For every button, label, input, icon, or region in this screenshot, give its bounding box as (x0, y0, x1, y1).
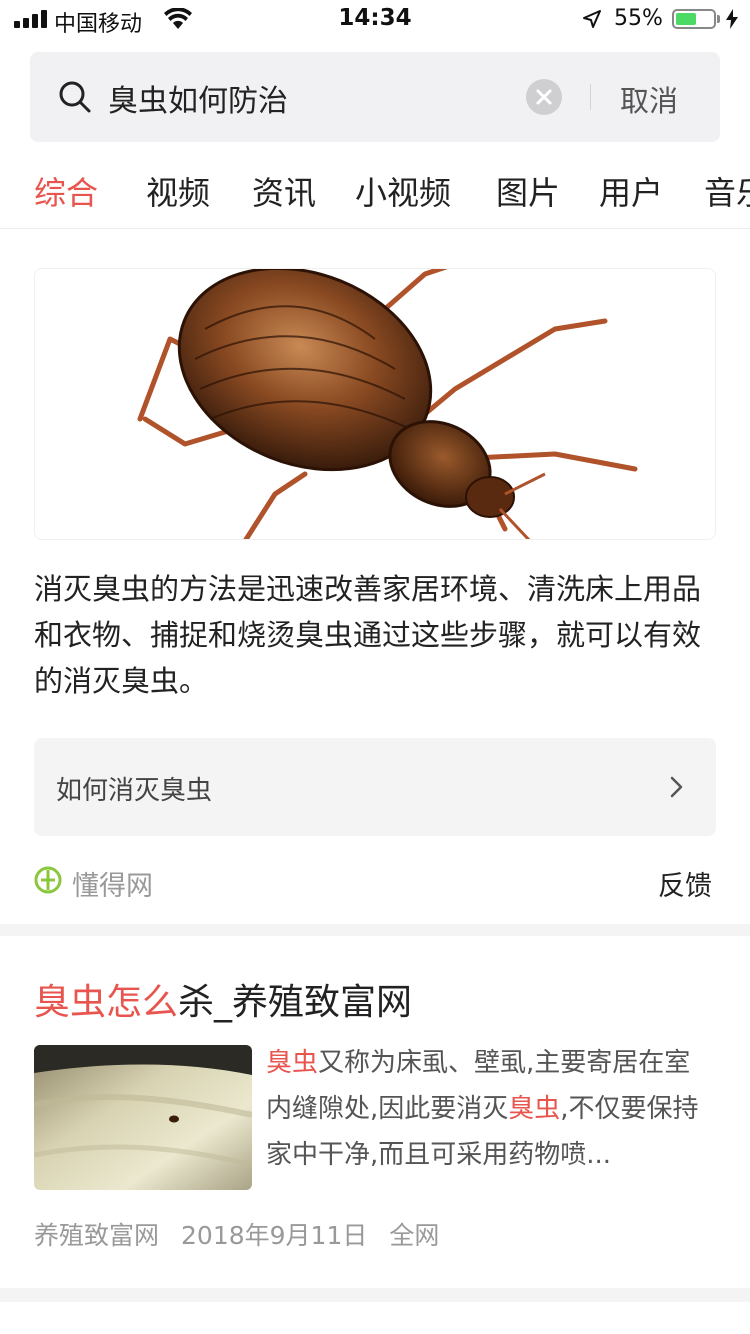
search-divider (590, 84, 591, 110)
snippet-highlight: 臭虫 (508, 1094, 561, 1124)
tab-music[interactable]: 音乐 (704, 168, 750, 214)
category-tabs: 综合 视频 资讯 小视频 图片 用户 音乐 (0, 160, 750, 229)
tab-video[interactable]: 视频 (146, 168, 210, 214)
answer-source[interactable]: 懂得网 (72, 864, 153, 903)
result-meta: 养殖致富网 2018年9月11日 全网 (34, 1216, 461, 1252)
search-bar[interactable]: 臭虫如何防治 取消 (30, 52, 720, 142)
result-date: 2018年9月11日 (181, 1221, 368, 1250)
related-query-label: 如何消灭臭虫 (56, 776, 213, 806)
feedback-button[interactable]: 反馈 (658, 864, 712, 903)
charging-bolt-icon (726, 9, 738, 29)
battery-percent: 55% (614, 6, 663, 31)
battery-tip (717, 15, 720, 23)
tab-images[interactable]: 图片 (496, 168, 560, 214)
cancel-button[interactable]: 取消 (620, 78, 678, 120)
tab-short-video[interactable]: 小视频 (355, 168, 451, 214)
status-bar: 中国移动 14:34 55% (0, 0, 750, 40)
answer-text: 消灭臭虫的方法是迅速改善家居环境、清洗床上用品和衣物、捕捉和烧烫臭虫通过这些步骤… (34, 572, 702, 698)
result-title-link[interactable]: 臭虫怎么杀_养殖致富网 (34, 973, 412, 1025)
result-snippet: 臭虫又称为床虱、壁虱,主要寄居在室内缝隙处,因此要消灭臭虫,不仅要保持家中干净,… (266, 1040, 716, 1178)
result-source: 养殖致富网 (34, 1221, 160, 1250)
title-highlight: 臭虫怎么 (34, 982, 179, 1023)
location-arrow-icon (583, 10, 601, 28)
clear-icon[interactable] (526, 79, 562, 115)
section-separator (0, 1288, 750, 1302)
search-input[interactable]: 臭虫如何防治 (108, 76, 288, 120)
related-query-link[interactable]: 如何消灭臭虫 (34, 738, 716, 836)
section-separator (0, 924, 750, 936)
snippet-highlight: 臭虫 (266, 1048, 319, 1078)
search-icon (59, 81, 91, 113)
result-thumbnail[interactable] (34, 1045, 252, 1190)
bedbug-image[interactable] (34, 268, 716, 540)
title-rest: 杀_养殖致富网 (178, 982, 413, 1023)
chevron-right-icon (670, 776, 683, 798)
source-logo-icon (34, 866, 62, 894)
tab-news[interactable]: 资讯 (252, 168, 316, 214)
result-scope: 全网 (389, 1221, 440, 1250)
tab-all[interactable]: 综合 (34, 168, 98, 214)
tab-users[interactable]: 用户 (599, 168, 663, 214)
battery-level (676, 13, 696, 25)
battery-icon (672, 9, 716, 29)
